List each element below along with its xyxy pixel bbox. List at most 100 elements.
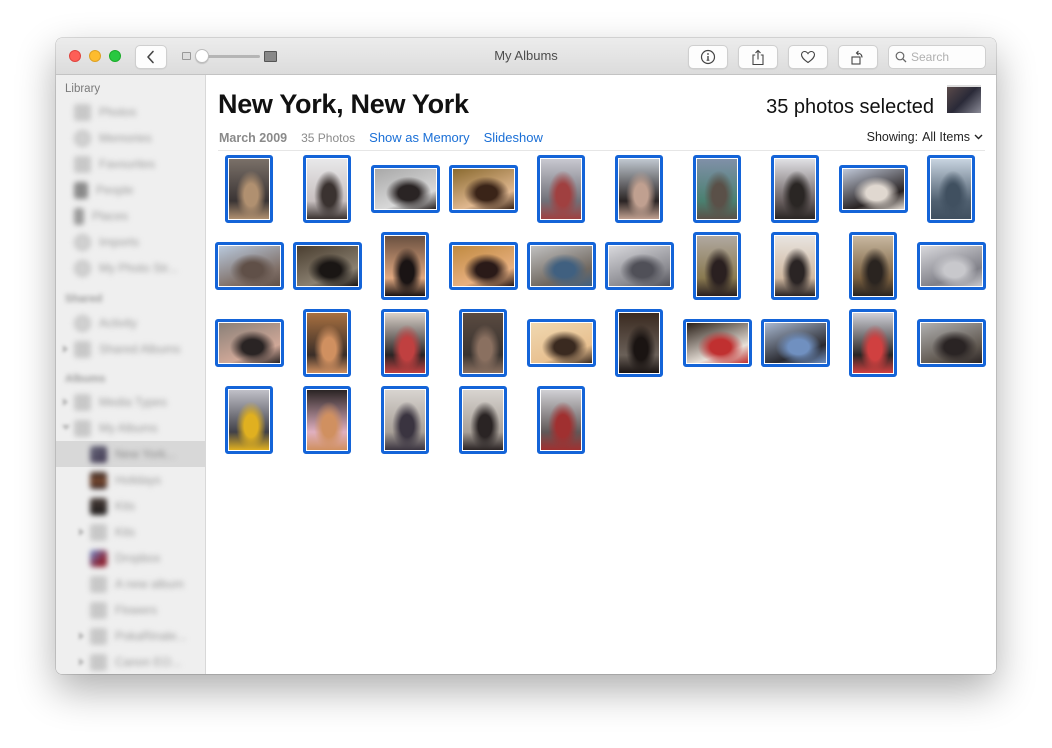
sidebar-item-folder-2[interactable]: Canon EO... bbox=[56, 649, 205, 674]
search-input[interactable] bbox=[911, 49, 981, 65]
photo-count: 35 Photos bbox=[301, 131, 356, 145]
sidebar-item-places[interactable]: Places bbox=[56, 203, 205, 229]
photo-image bbox=[296, 246, 358, 286]
photo-thumbnail[interactable] bbox=[448, 165, 518, 213]
selection-count: 35 photos selected bbox=[766, 96, 934, 118]
sidebar-item-photo-stream[interactable]: My Photo Str... bbox=[56, 255, 205, 281]
sidebar-item-flowers[interactable]: Flowers bbox=[56, 597, 205, 623]
photo-image bbox=[931, 159, 971, 219]
photo-thumbnail[interactable] bbox=[927, 155, 975, 223]
favourite-button[interactable] bbox=[788, 45, 828, 69]
photo-image bbox=[452, 246, 514, 286]
sidebar-item-kits[interactable]: Kits bbox=[56, 493, 205, 519]
showing-filter[interactable]: Showing: All Items bbox=[867, 130, 983, 144]
folder-icon bbox=[74, 419, 91, 437]
imports-icon bbox=[74, 233, 91, 251]
photo-thumbnail[interactable] bbox=[693, 155, 741, 223]
sidebar-item-imports[interactable]: Imports bbox=[56, 229, 205, 255]
sidebar-item-photos[interactable]: Photos bbox=[56, 99, 205, 125]
photo-thumbnail[interactable] bbox=[615, 155, 663, 223]
photo-thumbnail[interactable] bbox=[526, 319, 596, 367]
photo-thumbnail[interactable] bbox=[214, 242, 284, 290]
album-thumbnail bbox=[90, 445, 107, 463]
photo-thumbnail[interactable] bbox=[760, 319, 830, 367]
photo-thumbnail[interactable] bbox=[459, 386, 507, 454]
slideshow-link[interactable]: Slideshow bbox=[484, 130, 543, 145]
photo-thumbnail[interactable] bbox=[459, 309, 507, 377]
photo-image bbox=[853, 313, 893, 373]
sidebar: Library Photos Memories Favourites Peopl… bbox=[56, 75, 206, 674]
photos-window: My Albums Search Library Photos Memories… bbox=[56, 38, 996, 674]
sidebar-item-folder-1[interactable]: PokaRinale... bbox=[56, 623, 205, 649]
folder-icon bbox=[74, 340, 91, 358]
photo-thumbnail[interactable] bbox=[604, 242, 674, 290]
info-button[interactable] bbox=[688, 45, 728, 69]
sidebar-header-shared: Shared bbox=[65, 293, 103, 305]
sidebar-item-new-york[interactable]: New York... bbox=[56, 441, 205, 467]
showing-value[interactable]: All Items bbox=[922, 130, 970, 144]
photo-thumbnail[interactable] bbox=[303, 155, 351, 223]
photo-thumbnail[interactable] bbox=[381, 232, 429, 300]
pin-icon bbox=[74, 207, 84, 225]
show-as-memory-link[interactable]: Show as Memory bbox=[369, 130, 469, 145]
sidebar-item-new-album[interactable]: A new album bbox=[56, 571, 205, 597]
selection-thumbnail[interactable] bbox=[947, 85, 981, 113]
photo-thumbnail[interactable] bbox=[771, 232, 819, 300]
photo-image bbox=[541, 159, 581, 219]
sidebar-item-kits-folder[interactable]: Kits bbox=[56, 519, 205, 545]
album-thumbnail bbox=[90, 497, 107, 515]
photo-thumbnail[interactable] bbox=[849, 309, 897, 377]
share-button[interactable] bbox=[738, 45, 778, 69]
photo-thumbnail[interactable] bbox=[303, 309, 351, 377]
disclosure-triangle-icon[interactable] bbox=[63, 398, 68, 406]
search-field[interactable] bbox=[888, 45, 986, 69]
sidebar-item-dropbox[interactable]: Dropbox bbox=[56, 545, 205, 571]
photo-thumbnail[interactable] bbox=[682, 319, 752, 367]
folder-icon bbox=[90, 653, 107, 671]
photo-thumbnail[interactable] bbox=[214, 319, 284, 367]
photo-image bbox=[686, 323, 748, 363]
chevron-down-icon bbox=[974, 134, 983, 140]
sidebar-item-activity[interactable]: Activity bbox=[56, 310, 205, 336]
sidebar-item-shared-albums[interactable]: Shared Albums bbox=[56, 336, 205, 362]
photo-thumbnail[interactable] bbox=[381, 309, 429, 377]
photo-image bbox=[218, 323, 280, 363]
disclosure-triangle-icon[interactable] bbox=[79, 658, 84, 666]
sidebar-item-my-albums[interactable]: My Albums bbox=[56, 415, 205, 441]
photo-image bbox=[307, 313, 347, 373]
photo-image bbox=[385, 236, 425, 296]
disclosure-triangle-icon[interactable] bbox=[63, 345, 68, 353]
activity-icon bbox=[74, 314, 91, 332]
rotate-button[interactable] bbox=[838, 45, 878, 69]
photo-thumbnail[interactable] bbox=[370, 165, 440, 213]
photo-image bbox=[920, 323, 982, 363]
photo-thumbnail[interactable] bbox=[526, 242, 596, 290]
photo-thumbnail[interactable] bbox=[225, 155, 273, 223]
sidebar-item-memories[interactable]: Memories bbox=[56, 125, 205, 151]
disclosure-triangle-icon[interactable] bbox=[62, 425, 70, 430]
photo-thumbnail[interactable] bbox=[615, 309, 663, 377]
photo-thumbnail[interactable] bbox=[225, 386, 273, 454]
photo-image bbox=[775, 159, 815, 219]
photo-image bbox=[619, 313, 659, 373]
photo-thumbnail[interactable] bbox=[916, 319, 986, 367]
album-icon bbox=[90, 601, 107, 619]
photo-thumbnail[interactable] bbox=[838, 165, 908, 213]
disclosure-triangle-icon[interactable] bbox=[79, 632, 84, 640]
photo-thumbnail[interactable] bbox=[537, 386, 585, 454]
photo-thumbnail[interactable] bbox=[537, 155, 585, 223]
photo-thumbnail[interactable] bbox=[693, 232, 741, 300]
photo-thumbnail[interactable] bbox=[303, 386, 351, 454]
sidebar-item-favourites[interactable]: Favourites bbox=[56, 151, 205, 177]
photo-thumbnail[interactable] bbox=[849, 232, 897, 300]
photo-image bbox=[530, 246, 592, 286]
photo-thumbnail[interactable] bbox=[448, 242, 518, 290]
sidebar-item-people[interactable]: People bbox=[56, 177, 205, 203]
photo-thumbnail[interactable] bbox=[381, 386, 429, 454]
sidebar-item-media-types[interactable]: Media Types bbox=[56, 389, 205, 415]
disclosure-triangle-icon[interactable] bbox=[79, 528, 84, 536]
sidebar-item-holidays[interactable]: Holidays bbox=[56, 467, 205, 493]
photo-thumbnail[interactable] bbox=[771, 155, 819, 223]
photo-thumbnail[interactable] bbox=[916, 242, 986, 290]
photo-thumbnail[interactable] bbox=[292, 242, 362, 290]
